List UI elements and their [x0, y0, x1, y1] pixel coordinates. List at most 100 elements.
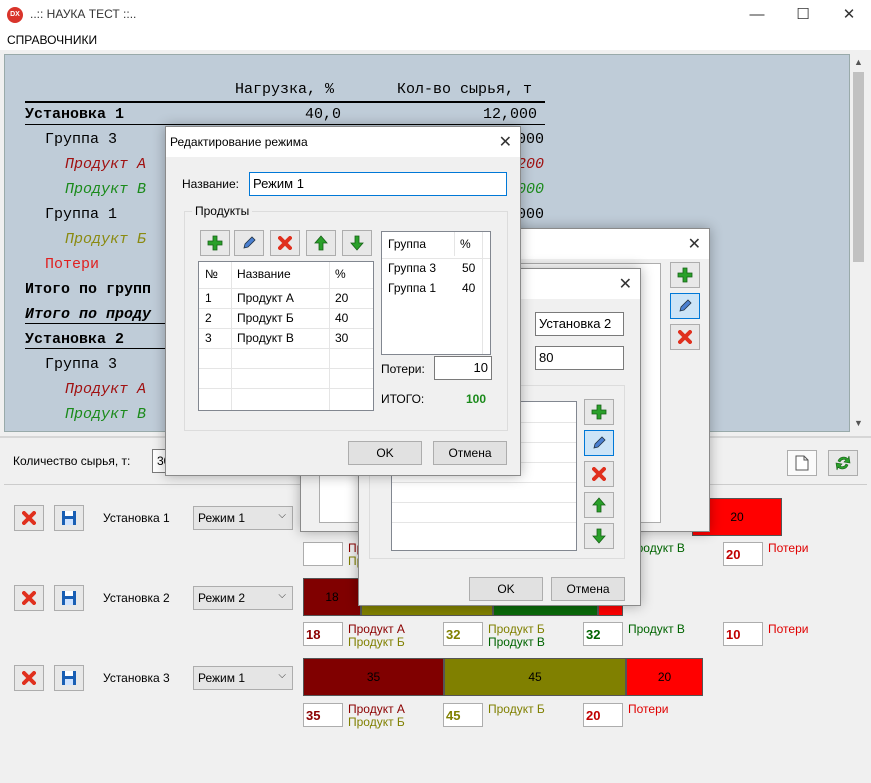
- report-row-rule: [25, 323, 175, 324]
- edit-button[interactable]: [670, 293, 700, 319]
- value-box[interactable]: 18: [303, 622, 343, 646]
- product-pct[interactable]: 30: [329, 328, 348, 348]
- products-table[interactable]: № Название % 1 Продукт А 20 2 Продукт Б …: [198, 261, 374, 411]
- delete-unit-button[interactable]: [14, 665, 44, 691]
- title-bar: DX ..:: НАУКА ТЕСТ ::.. — ☐ ✕: [0, 0, 871, 30]
- delete-icon: [592, 467, 606, 481]
- report-header-raw: Кол-во сырья, т: [397, 81, 533, 98]
- legend-item: Продукт Б: [348, 635, 405, 649]
- bar-segment: 35: [303, 658, 444, 696]
- add-button[interactable]: [670, 262, 700, 288]
- move-up-button[interactable]: [584, 492, 614, 518]
- value-box[interactable]: [303, 542, 343, 566]
- scroll-up-icon[interactable]: ▲: [850, 54, 867, 71]
- mode-name-label: Название:: [182, 177, 239, 191]
- move-down-button[interactable]: [342, 230, 372, 256]
- move-up-button[interactable]: [306, 230, 336, 256]
- value-box[interactable]: 20: [723, 542, 763, 566]
- col-header-name[interactable]: Название: [231, 262, 329, 286]
- close-icon[interactable]: ✕: [499, 132, 512, 152]
- ok-button[interactable]: OK: [469, 577, 543, 601]
- product-name[interactable]: Продукт Б: [231, 308, 294, 328]
- arrow-up-icon: [314, 235, 328, 251]
- plus-icon: [677, 267, 693, 283]
- bar-segment: 45: [444, 658, 626, 696]
- new-document-button[interactable]: [787, 450, 817, 476]
- report-header-load: Нагрузка, %: [235, 81, 335, 98]
- report-row-load: 40,0: [305, 106, 342, 123]
- edit-mode-button[interactable]: [584, 430, 614, 456]
- scroll-down-icon[interactable]: ▼: [850, 415, 867, 432]
- delete-icon: [678, 330, 692, 344]
- value-box[interactable]: 20: [583, 703, 623, 727]
- delete-icon: [22, 671, 36, 685]
- col-header-pct[interactable]: %: [329, 262, 373, 286]
- report-scrollbar[interactable]: ▲ ▼: [850, 54, 867, 432]
- save-unit-button[interactable]: [54, 585, 84, 611]
- unit-name: Установка 2: [103, 591, 170, 605]
- save-unit-button[interactable]: [54, 665, 84, 691]
- menu-handbooks[interactable]: СПРАВОЧНИКИ: [7, 33, 97, 47]
- losses-label: Потери:: [381, 362, 425, 376]
- refresh-button[interactable]: [828, 450, 858, 476]
- delete-button[interactable]: [670, 324, 700, 350]
- close-icon[interactable]: ✕: [619, 274, 632, 294]
- report-row-label: Продукт А: [65, 156, 147, 173]
- mode-name-input[interactable]: Режим 1: [249, 172, 507, 196]
- product-num[interactable]: 3: [199, 328, 212, 348]
- delete-unit-button[interactable]: [14, 505, 44, 531]
- delete-mode-button[interactable]: [584, 461, 614, 487]
- save-icon: [62, 671, 76, 685]
- group-pct[interactable]: 50: [456, 258, 475, 278]
- unit-name-input[interactable]: Установка 2: [535, 312, 624, 336]
- delete-unit-button[interactable]: [14, 585, 44, 611]
- add-product-button[interactable]: [200, 230, 230, 256]
- mode-select[interactable]: Режим 1 ⌵: [193, 666, 293, 690]
- report-row-raw: 200: [517, 156, 545, 173]
- product-name[interactable]: Продукт В: [231, 328, 294, 348]
- product-num[interactable]: 2: [199, 308, 212, 328]
- dialog-title: Редактирование режима: [166, 127, 520, 157]
- col-header-group[interactable]: Группа: [382, 232, 452, 256]
- scroll-thumb[interactable]: [853, 72, 864, 262]
- save-unit-button[interactable]: [54, 505, 84, 531]
- product-pct[interactable]: 40: [329, 308, 348, 328]
- grid-line: [454, 232, 455, 256]
- pencil-icon: [243, 236, 256, 249]
- unit-load-input[interactable]: 80: [535, 346, 624, 370]
- groups-table[interactable]: Группа % Группа 3 50 Группа 1 40: [381, 231, 491, 355]
- cancel-button[interactable]: Отмена: [551, 577, 625, 601]
- losses-input[interactable]: 10: [434, 356, 492, 380]
- move-down-button[interactable]: [584, 523, 614, 549]
- value-box[interactable]: 45: [443, 703, 483, 727]
- maximize-button[interactable]: ☐: [780, 0, 826, 30]
- chevron-down-icon: ⌵: [278, 510, 286, 521]
- delete-product-button[interactable]: [270, 230, 300, 256]
- close-button[interactable]: ✕: [826, 0, 871, 30]
- value-box[interactable]: 32: [443, 622, 483, 646]
- edit-product-button[interactable]: [234, 230, 264, 256]
- group-name[interactable]: Группа 3: [382, 258, 436, 278]
- cancel-button[interactable]: Отмена: [433, 441, 507, 465]
- group-pct[interactable]: 40: [456, 278, 475, 298]
- bar-segment: 18: [303, 578, 361, 616]
- value-box[interactable]: 32: [583, 622, 623, 646]
- ok-button[interactable]: OK: [348, 441, 422, 465]
- col-header-num[interactable]: №: [199, 262, 231, 286]
- col-header-pct[interactable]: %: [454, 232, 490, 256]
- value-box[interactable]: 10: [723, 622, 763, 646]
- close-icon[interactable]: ✕: [688, 234, 701, 254]
- unit-name: Установка 3: [103, 671, 170, 685]
- total-value: 100: [466, 392, 487, 406]
- delete-icon: [22, 511, 36, 525]
- product-name[interactable]: Продукт А: [231, 288, 294, 308]
- value-box[interactable]: 35: [303, 703, 343, 727]
- mode-select[interactable]: Режим 2 ⌵: [193, 586, 293, 610]
- product-num[interactable]: 1: [199, 288, 212, 308]
- add-mode-button[interactable]: [584, 399, 614, 425]
- minimize-button[interactable]: —: [734, 0, 780, 30]
- product-pct[interactable]: 20: [329, 288, 348, 308]
- group-name[interactable]: Группа 1: [382, 278, 436, 298]
- mode-select[interactable]: Режим 1 ⌵: [193, 506, 293, 530]
- arrow-down-icon: [350, 235, 364, 251]
